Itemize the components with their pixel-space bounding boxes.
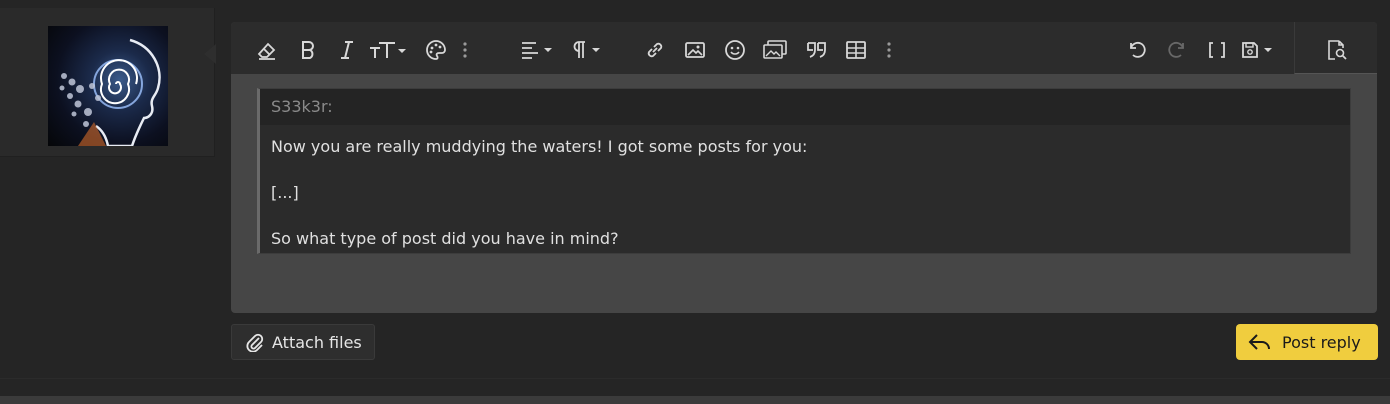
text-size-icon[interactable]	[368, 36, 408, 64]
italic-icon[interactable]	[333, 36, 361, 64]
undo-icon[interactable]	[1123, 36, 1151, 64]
save-icon[interactable]	[1239, 36, 1279, 64]
quote-icon[interactable]	[803, 36, 831, 64]
post-reply-button[interactable]: Post reply	[1236, 324, 1378, 360]
editor-toolbar	[231, 22, 1377, 74]
quote-body: Now you are really muddying the waters! …	[260, 125, 1350, 250]
user-column	[0, 8, 215, 157]
quote-block[interactable]: S33k3r: Now you are really muddying the …	[257, 88, 1351, 254]
smiley-icon[interactable]	[721, 36, 749, 64]
tab-preview[interactable]	[1294, 22, 1377, 74]
paperclip-icon	[246, 333, 264, 352]
reply-editor: S33k3r: Now you are really muddying the …	[231, 22, 1377, 313]
gallery-icon[interactable]	[761, 36, 789, 64]
bold-icon[interactable]	[294, 36, 322, 64]
quote-line: [...]	[271, 183, 299, 202]
attach-files-label: Attach files	[272, 332, 362, 352]
reply-icon	[1248, 334, 1270, 350]
bottom-strip	[0, 396, 1390, 404]
quote-line: Now you are really muddying the waters! …	[271, 137, 808, 156]
quote-author: S33k3r:	[260, 89, 1350, 125]
preview-icon	[1323, 36, 1351, 64]
palette-icon[interactable]	[422, 36, 450, 64]
brackets-icon[interactable]	[1203, 36, 1231, 64]
quote-line: So what type of post did you have in min…	[271, 229, 619, 248]
paragraph-icon[interactable]	[568, 36, 604, 64]
more-vertical-icon[interactable]	[457, 36, 473, 64]
table-icon[interactable]	[842, 36, 870, 64]
post-reply-label: Post reply	[1282, 332, 1361, 352]
image-icon[interactable]	[681, 36, 709, 64]
message-arrow	[204, 44, 216, 64]
eraser-icon[interactable]	[253, 36, 281, 64]
avatar[interactable]	[48, 26, 168, 146]
link-icon[interactable]	[641, 36, 669, 64]
align-left-icon[interactable]	[519, 36, 555, 64]
redo-icon[interactable]	[1163, 36, 1191, 64]
attach-files-button[interactable]: Attach files	[231, 324, 375, 360]
footer-bar	[0, 378, 1390, 397]
more-vertical-icon[interactable]	[881, 36, 897, 64]
